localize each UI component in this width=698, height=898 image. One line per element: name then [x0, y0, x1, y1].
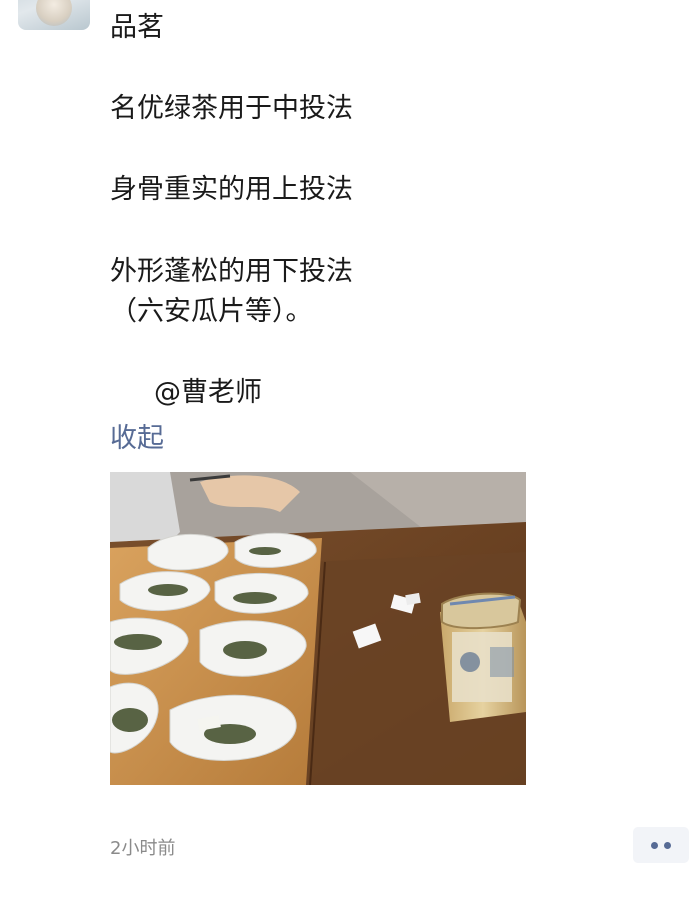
- tea-photo-illustration: [110, 472, 526, 785]
- moments-post: 品茗 名优绿茶用于中投法 身骨重实的用上投法 外形蓬松的用下投法 （六安瓜片等）…: [0, 0, 698, 898]
- collapse-link[interactable]: 收起: [110, 416, 164, 455]
- more-actions-button[interactable]: [633, 827, 689, 863]
- post-line-1: 名优绿茶用于中投法: [110, 93, 353, 124]
- post-mention: @曹老师: [154, 377, 262, 408]
- post-line-2: 身骨重实的用上投法: [110, 174, 353, 205]
- avatar[interactable]: [18, 0, 90, 30]
- more-dots-icon: [651, 842, 658, 849]
- post-photo[interactable]: [110, 472, 526, 785]
- more-dots-icon-2: [664, 842, 671, 849]
- post-line-title: 品茗: [110, 12, 164, 43]
- post-line-3: 外形蓬松的用下投法: [110, 256, 353, 287]
- avatar-image: [36, 0, 72, 26]
- post-timestamp: 2小时前: [110, 838, 176, 859]
- post-line-4: （六安瓜片等）。: [110, 296, 313, 327]
